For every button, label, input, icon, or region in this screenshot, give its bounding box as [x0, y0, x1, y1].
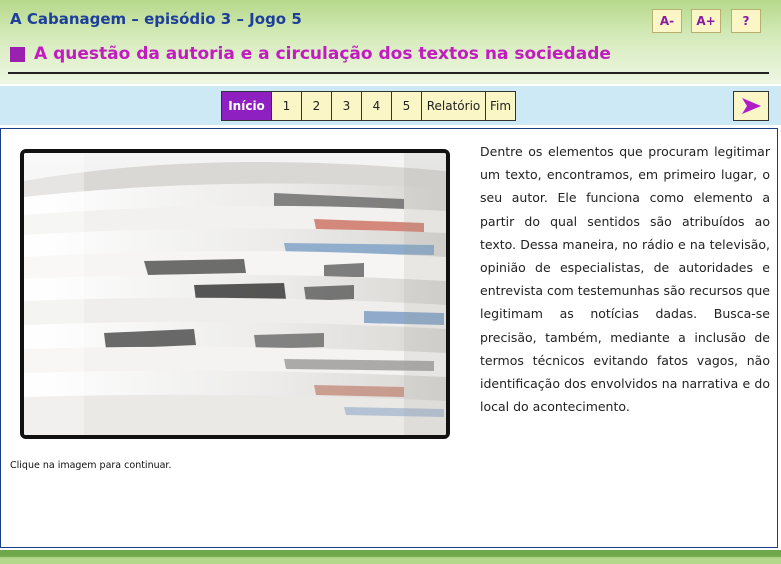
- next-button[interactable]: [733, 91, 769, 121]
- body-text: Dentre os elementos que procuram legitim…: [480, 144, 770, 415]
- play-arrow-icon: [742, 98, 761, 114]
- page-navigation: Início 1 2 3 4 5 Relatório Fim: [221, 91, 516, 121]
- app-title: A Cabanagem – episódio 3 – Jogo 5: [10, 10, 302, 28]
- nav-item-relatorio[interactable]: Relatório: [421, 91, 486, 121]
- content-panel: Dentre os elementos que procuram legitim…: [0, 128, 778, 548]
- page-title: A questão da autoria e a circulação dos …: [34, 44, 611, 64]
- newspaper-image[interactable]: [20, 149, 450, 439]
- title-divider: [8, 72, 769, 74]
- header: A Cabanagem – episódio 3 – Jogo 5 A- A+ …: [0, 0, 781, 84]
- nav-item-inicio[interactable]: Início: [221, 91, 272, 121]
- footer-bar: [0, 550, 781, 564]
- nav-item-5[interactable]: 5: [391, 91, 422, 121]
- nav-item-2[interactable]: 2: [301, 91, 332, 121]
- nav-item-fim[interactable]: Fim: [485, 91, 516, 121]
- newspaper-stack-icon: [24, 153, 446, 435]
- nav-item-3[interactable]: 3: [331, 91, 362, 121]
- decrease-font-button[interactable]: A-: [652, 9, 682, 33]
- nav-item-4[interactable]: 4: [361, 91, 392, 121]
- title-marker-icon: [10, 47, 25, 62]
- increase-font-button[interactable]: A+: [691, 9, 721, 33]
- continue-hint: Clique na imagem para continuar.: [10, 460, 172, 471]
- help-button[interactable]: ?: [731, 9, 761, 33]
- nav-item-1[interactable]: 1: [271, 91, 302, 121]
- navigation-bar: Início 1 2 3 4 5 Relatório Fim: [0, 86, 781, 125]
